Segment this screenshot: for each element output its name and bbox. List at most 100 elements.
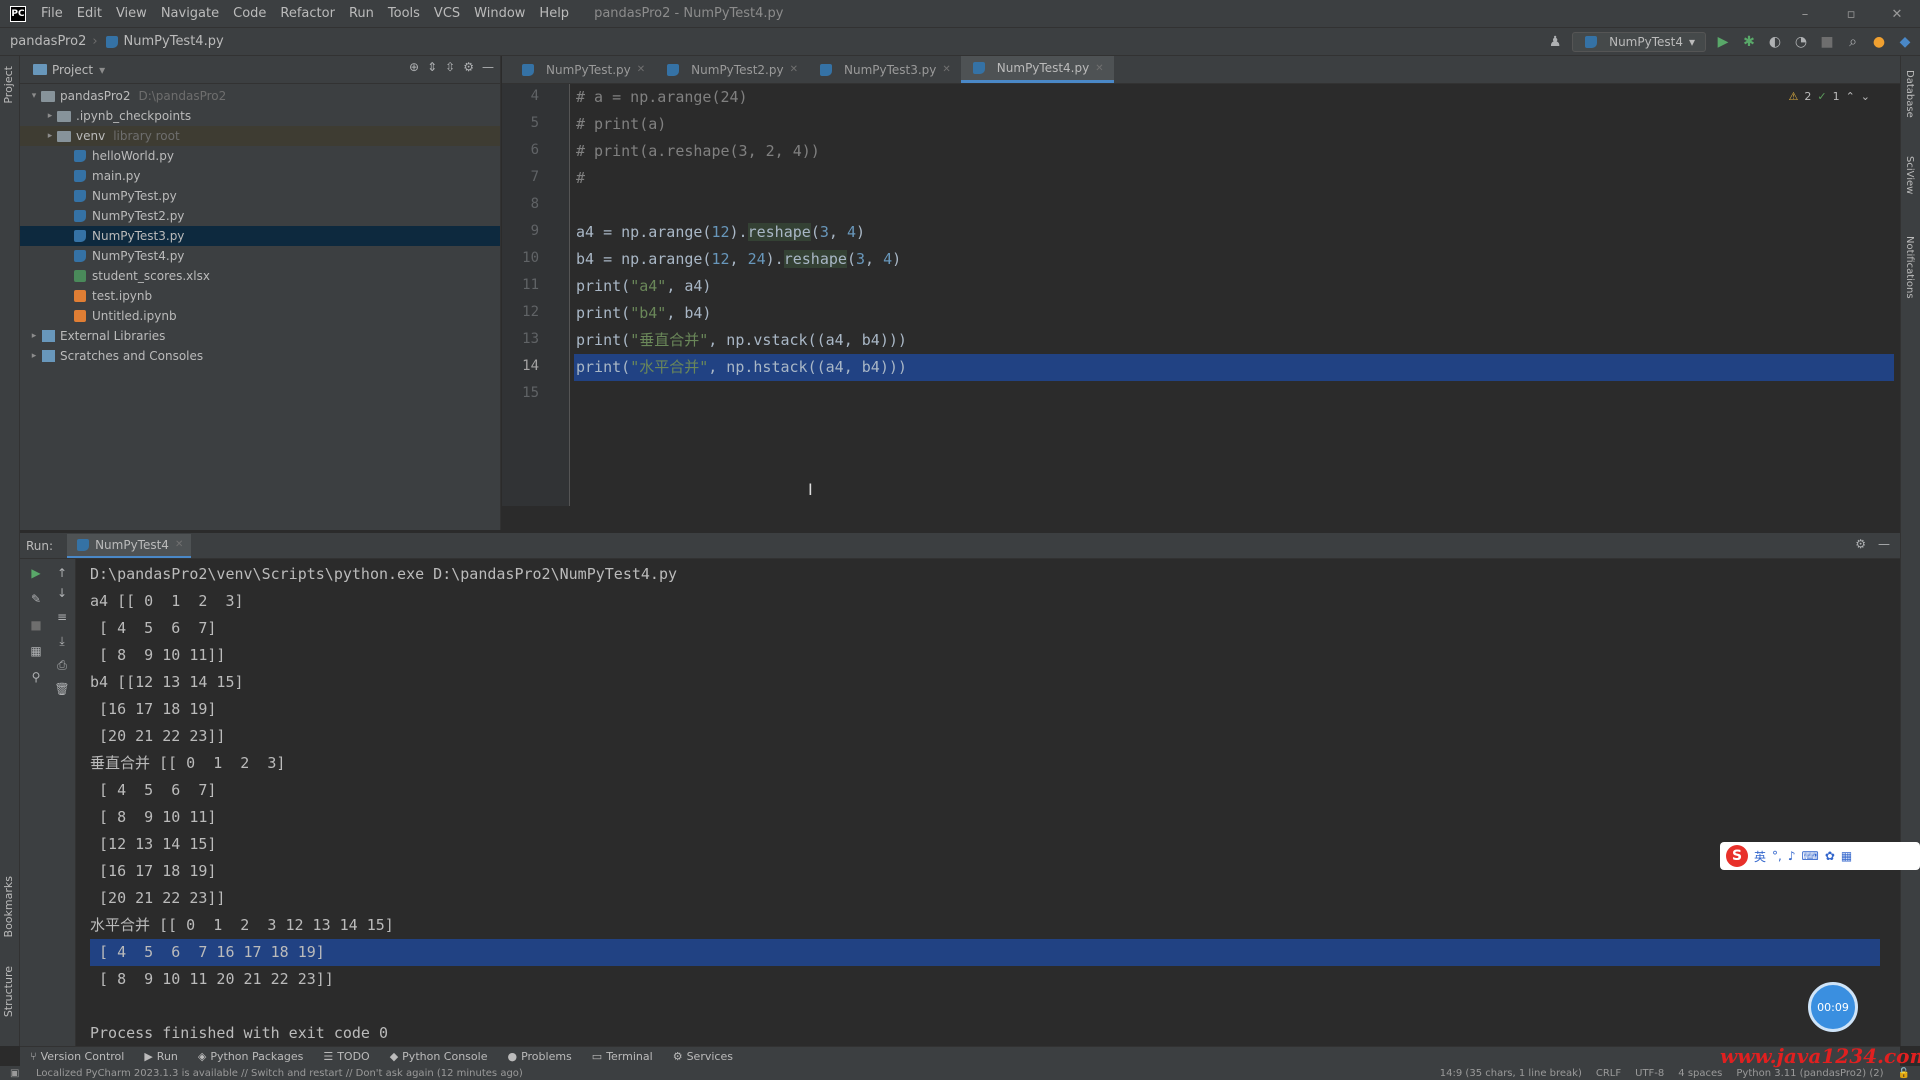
indent-setting[interactable]: 4 spaces <box>1678 1068 1722 1079</box>
bottom-tab-run[interactable]: ▶ Run <box>134 1050 188 1063</box>
tree-item[interactable]: ▾ pandasPro2 D:\pandasPro2 <box>20 86 500 106</box>
account-icon[interactable]: ♟ <box>1546 33 1564 51</box>
gear-icon[interactable]: ⚙ <box>463 60 474 74</box>
status-message[interactable]: Localized PyCharm 2023.1.3 is available … <box>0 1068 523 1079</box>
run-icon[interactable]: ▶ <box>1714 33 1732 51</box>
stop-icon[interactable]: ■ <box>1818 33 1836 51</box>
run-configuration-select[interactable]: NumPyTest4 ▾ <box>1572 32 1706 52</box>
minimize-button[interactable]: – <box>1782 0 1828 28</box>
collapse-all-icon[interactable]: ⇳ <box>445 60 455 74</box>
code-line[interactable] <box>574 192 1894 219</box>
close-icon[interactable]: ✕ <box>1095 63 1103 74</box>
tree-item[interactable]: test.ipynb <box>20 286 500 306</box>
soft-wrap-icon[interactable]: ≡ <box>54 609 70 625</box>
wrench-icon[interactable]: ✎ <box>28 591 44 607</box>
menu-navigate[interactable]: Navigate <box>154 6 226 21</box>
tree-item[interactable]: NumPyTest4.py <box>20 246 500 266</box>
locate-icon[interactable]: ⊕ <box>409 60 419 74</box>
rerun-icon[interactable]: ▶ <box>28 565 44 581</box>
close-icon[interactable]: ✕ <box>790 64 798 75</box>
stop-icon[interactable]: ■ <box>28 617 44 633</box>
expand-arrow-icon[interactable]: ▾ <box>28 91 40 101</box>
tree-item[interactable]: ▸ venv library root <box>20 126 500 146</box>
lock-icon[interactable]: 🔓 <box>1898 1068 1910 1079</box>
layout-toggle-icon[interactable]: ▣ <box>10 1068 19 1079</box>
grid-menu-icon[interactable]: ▦ <box>1841 849 1852 863</box>
code-line[interactable]: # a = np.arange(24) <box>574 84 1894 111</box>
keyboard-icon[interactable]: ⌨ <box>1802 849 1819 863</box>
debug-icon[interactable]: ✱ <box>1740 33 1758 51</box>
code-line[interactable] <box>574 381 1894 408</box>
tree-item[interactable]: ▸ External Libraries <box>20 326 500 346</box>
editor-tab[interactable]: NumPyTest.py ✕ <box>510 56 655 83</box>
caret-position[interactable]: 14:9 (35 chars, 1 line break) <box>1440 1068 1582 1079</box>
bottom-tab-python-console[interactable]: ◆ Python Console <box>380 1050 498 1063</box>
menu-view[interactable]: View <box>109 6 154 21</box>
line-separator[interactable]: CRLF <box>1596 1068 1621 1079</box>
project-panel-title[interactable]: Project <box>52 63 93 77</box>
close-icon[interactable]: ✕ <box>637 64 645 75</box>
notifications-tool-tab[interactable]: Notifications <box>1904 236 1915 299</box>
update-icon[interactable]: ● <box>1870 33 1888 51</box>
sciview-tool-tab[interactable]: SciView <box>1904 156 1915 194</box>
expand-arrow-icon[interactable]: ▸ <box>44 131 56 141</box>
project-tool-tab[interactable]: Project <box>2 66 15 104</box>
hide-icon[interactable]: — <box>482 60 494 74</box>
database-tool-tab[interactable]: Database <box>1904 70 1915 118</box>
chevron-down-icon[interactable]: ▾ <box>99 63 105 77</box>
gear-icon[interactable]: ⚙ <box>1855 537 1866 551</box>
file-encoding[interactable]: UTF-8 <box>1635 1068 1664 1079</box>
run-console[interactable]: D:\pandasPro2\venv\Scripts\python.exe D:… <box>76 559 1900 1046</box>
code-line[interactable]: print("b4", b4) <box>574 300 1894 327</box>
tree-item[interactable]: student_scores.xlsx <box>20 266 500 286</box>
tree-item[interactable]: NumPyTest.py <box>20 186 500 206</box>
expand-arrow-icon[interactable]: ▸ <box>28 351 40 361</box>
hide-icon[interactable]: — <box>1878 537 1890 551</box>
bottom-tab-problems[interactable]: ● Problems <box>497 1050 581 1063</box>
tree-item[interactable]: ▸ Scratches and Consoles <box>20 346 500 366</box>
editor-gutter[interactable]: 4 5 6 7 8 9 10 11 12 13 14 15 <box>502 84 570 506</box>
trash-icon[interactable]: 🗑 <box>54 681 70 697</box>
ime-mode[interactable]: 英 <box>1754 848 1766 865</box>
code-line[interactable]: b4 = np.arange(12, 24).reshape(3, 4) <box>574 246 1894 273</box>
breadcrumb-project[interactable]: pandasPro2 <box>0 34 86 49</box>
close-icon[interactable]: ✕ <box>942 64 950 75</box>
ime-toolbar[interactable]: S 英 °, ♪ ⌨ ✿ ▦ <box>1720 842 1920 870</box>
code-editor[interactable]: 4 5 6 7 8 9 10 11 12 13 14 15 # a = np.arange(24) # … <box>502 84 1900 506</box>
menu-edit[interactable]: Edit <box>70 6 109 21</box>
menu-tools[interactable]: Tools <box>381 6 427 21</box>
chevron-down-icon[interactable]: ⌄ <box>1861 90 1870 103</box>
search-icon[interactable]: ⌕ <box>1844 33 1862 51</box>
code-line[interactable]: # print(a) <box>574 111 1894 138</box>
code-line[interactable]: print("垂直合并", np.vstack((a4, b4))) <box>574 327 1894 354</box>
tree-item[interactable]: helloWorld.py <box>20 146 500 166</box>
menu-code[interactable]: Code <box>226 6 273 21</box>
structure-tool-tab[interactable]: Structure <box>2 966 15 1017</box>
code-line[interactable]: # print(a.reshape(3, 2, 4)) <box>574 138 1894 165</box>
profile-icon[interactable]: ◔ <box>1792 33 1810 51</box>
microphone-icon[interactable]: ♪ <box>1788 849 1796 863</box>
bottom-tab-todo[interactable]: ☰ TODO <box>313 1050 379 1063</box>
menu-refactor[interactable]: Refactor <box>273 6 342 21</box>
menu-run[interactable]: Run <box>342 6 381 21</box>
editor-tab[interactable]: NumPyTest4.py ✕ <box>960 56 1114 83</box>
arrow-up-icon[interactable]: ↑ <box>54 565 70 581</box>
print-icon[interactable]: ⎙ <box>54 657 70 673</box>
menu-help[interactable]: Help <box>532 6 576 21</box>
chevron-up-icon[interactable]: ⌃ <box>1846 90 1855 103</box>
arrow-down-icon[interactable]: ↓ <box>54 585 70 601</box>
layout-icon[interactable]: ▦ <box>28 643 44 659</box>
breadcrumb-file[interactable]: NumPyTest4.py <box>124 34 224 49</box>
expand-all-icon[interactable]: ⇕ <box>427 60 437 74</box>
punctuation-icon[interactable]: °, <box>1772 849 1782 863</box>
bottom-tab-python-packages[interactable]: ◈ Python Packages <box>188 1050 313 1063</box>
close-icon[interactable]: ✕ <box>175 539 183 550</box>
code-line[interactable]: print("a4", a4) <box>574 273 1894 300</box>
code-line[interactable]: print("水平合并", np.hstack((a4, b4))) <box>574 354 1894 381</box>
bottom-tab-version-control[interactable]: ⑂ Version Control <box>20 1050 134 1063</box>
tree-item[interactable]: NumPyTest3.py <box>20 226 500 246</box>
editor-tab[interactable]: NumPyTest3.py ✕ <box>808 56 961 83</box>
code-line[interactable]: a4 = np.arange(12).reshape(3, 4) <box>574 219 1894 246</box>
editor-tab[interactable]: NumPyTest2.py ✕ <box>655 56 808 83</box>
run-tab[interactable]: NumPyTest4 ✕ <box>67 533 192 558</box>
